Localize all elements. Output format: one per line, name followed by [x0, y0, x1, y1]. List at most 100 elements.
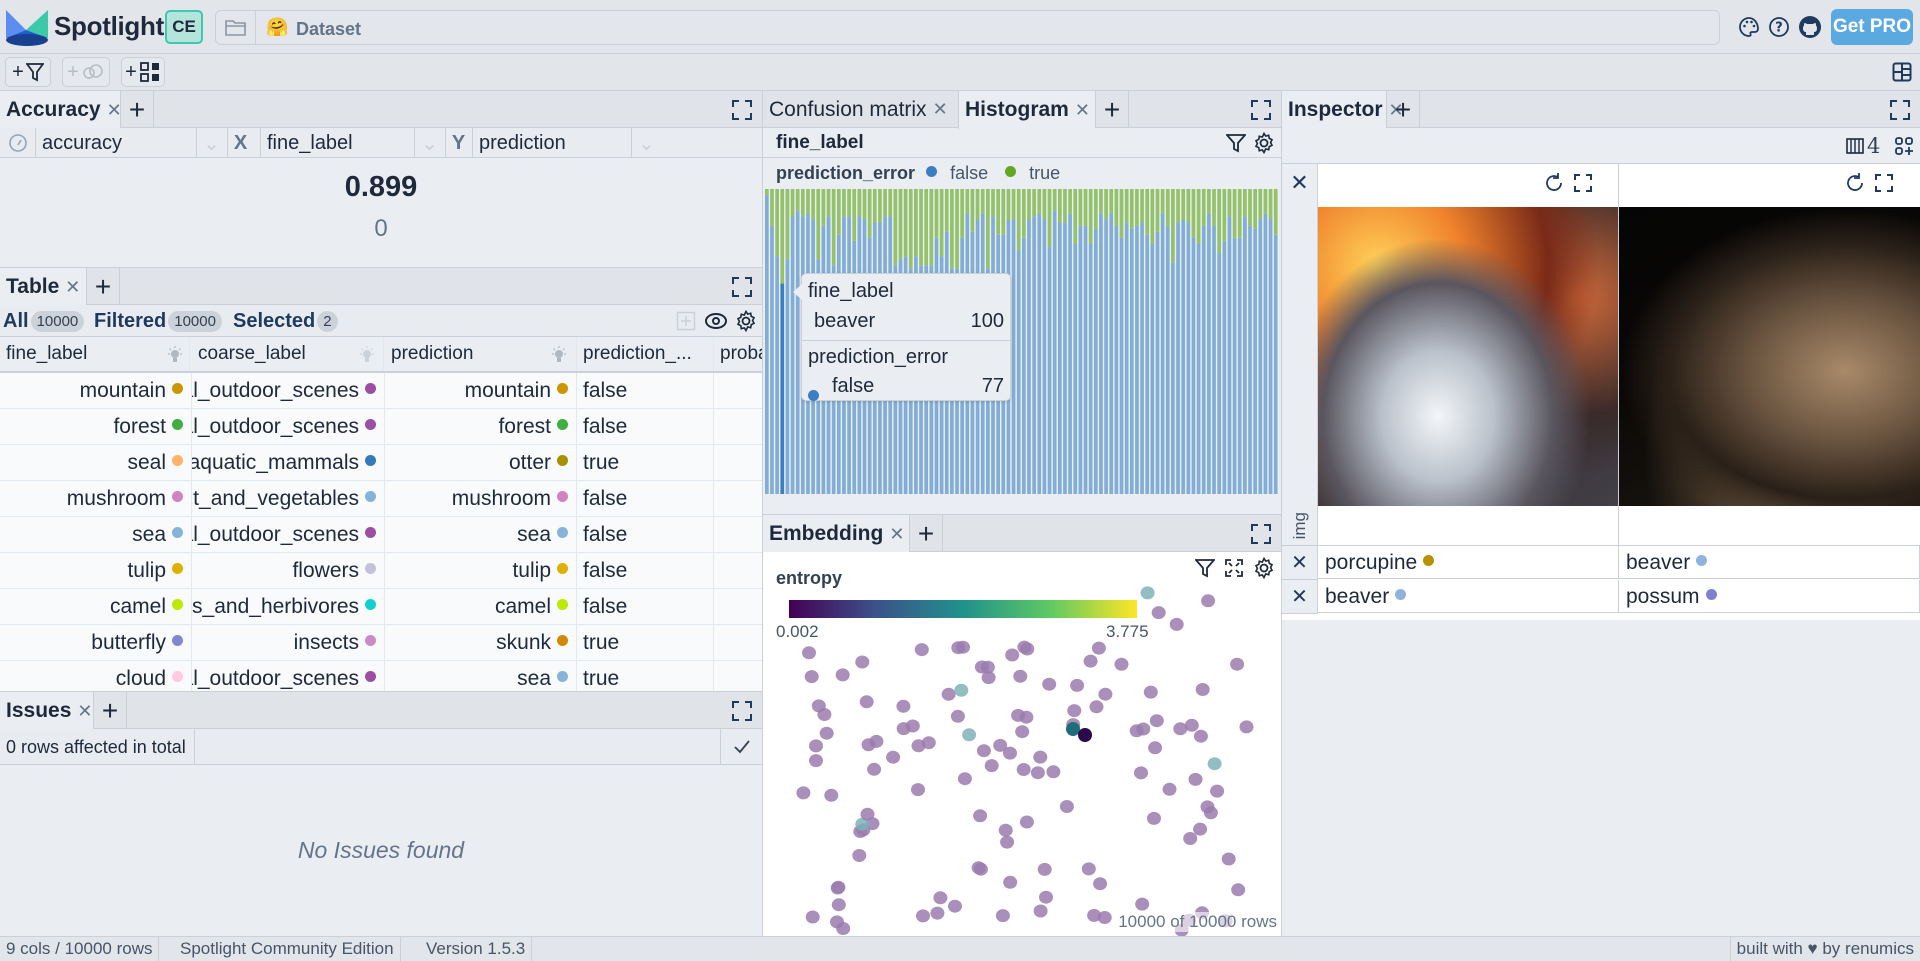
bar-true-4[interactable] — [785, 189, 790, 260]
bar-true-55[interactable] — [1047, 189, 1052, 247]
eye-icon[interactable] — [704, 311, 728, 331]
table-cell[interactable]: sea — [0, 517, 192, 553]
bar-false-64[interactable] — [1093, 228, 1098, 494]
sample-image-beaver[interactable] — [1619, 207, 1920, 506]
embedding-point[interactable] — [1037, 862, 1052, 876]
maximize-icon[interactable] — [1250, 99, 1272, 121]
bar-false-98[interactable] — [1268, 219, 1273, 495]
bar-false-62[interactable] — [1083, 225, 1088, 494]
embedding-point[interactable] — [1231, 883, 1246, 897]
tab-accuracy[interactable]: Accuracy ✕ — [0, 91, 122, 129]
embedding-point[interactable] — [1042, 677, 1057, 691]
table-cell[interactable]: sea — [385, 517, 577, 553]
bar-true-48[interactable] — [1011, 189, 1016, 220]
bar-true-17[interactable] — [852, 189, 857, 241]
rotate-icon[interactable] — [1844, 172, 1866, 194]
embedding-point[interactable] — [1005, 648, 1020, 662]
get-pro-button[interactable]: Get PRO — [1831, 9, 1913, 45]
fit-view-icon[interactable] — [1224, 558, 1244, 578]
bar-true-87[interactable] — [1212, 189, 1216, 226]
add-tab-button[interactable]: + — [1095, 91, 1129, 128]
embedding-point[interactable] — [1017, 640, 1032, 654]
remove-view-icon[interactable]: ✕ — [1291, 550, 1308, 575]
bar-true-60[interactable] — [1073, 189, 1078, 244]
embedding-point[interactable] — [914, 643, 929, 657]
embedding-point[interactable] — [1083, 654, 1098, 668]
bar-false-73[interactable] — [1140, 222, 1144, 494]
help-button[interactable]: ? — [1766, 14, 1792, 40]
bar-true-29[interactable] — [914, 189, 918, 257]
table-cell[interactable] — [714, 373, 762, 409]
embedding-point[interactable] — [1203, 806, 1218, 820]
table-cell[interactable]: false — [577, 373, 714, 409]
embedding-point[interactable] — [1230, 657, 1245, 671]
embedding-point[interactable] — [811, 699, 826, 713]
bar-false-70[interactable] — [1124, 222, 1129, 494]
theme-button[interactable] — [1736, 14, 1762, 40]
bar-true-68[interactable] — [1114, 189, 1119, 226]
embedding-point[interactable] — [1151, 606, 1166, 620]
maximize-icon[interactable] — [731, 99, 753, 121]
embedding-point[interactable] — [1143, 685, 1158, 699]
embedding-point[interactable] — [954, 683, 969, 697]
bar-true-50[interactable] — [1022, 189, 1026, 238]
embedding-point[interactable] — [824, 788, 839, 802]
bar-false-5[interactable] — [790, 216, 795, 494]
bar-true-77[interactable] — [1160, 189, 1165, 214]
embedding-point[interactable] — [831, 898, 846, 912]
table-row[interactable]: camel es_and_herbivores camel false — [0, 589, 762, 625]
embedding-point[interactable] — [867, 762, 882, 776]
filter-filtered[interactable]: Filtered 10000 — [94, 308, 222, 334]
bar-false-67[interactable] — [1109, 213, 1114, 494]
bar-true-14[interactable] — [836, 189, 841, 235]
bar-true-3[interactable] — [780, 189, 785, 284]
bar-true-61[interactable] — [1078, 189, 1083, 226]
bar-true-94[interactable] — [1248, 189, 1252, 226]
embedding-point[interactable] — [804, 670, 819, 684]
bar-true-79[interactable] — [1171, 189, 1175, 263]
bar-false-80[interactable] — [1176, 222, 1180, 494]
lightbulb-icon[interactable] — [550, 346, 568, 364]
bar-true-88[interactable] — [1217, 189, 1222, 254]
bar-true-95[interactable] — [1253, 189, 1257, 229]
embedding-point[interactable] — [1019, 710, 1034, 724]
bar-false-88[interactable] — [1217, 253, 1222, 494]
bar-true-86[interactable] — [1207, 189, 1211, 214]
table-cell[interactable]: mountain — [0, 373, 192, 409]
embedding-point[interactable] — [809, 739, 823, 753]
table-cell[interactable] — [714, 553, 762, 589]
bar-false-4[interactable] — [785, 259, 790, 494]
embedding-point[interactable] — [1195, 683, 1210, 696]
bar-false-92[interactable] — [1237, 237, 1242, 494]
bar-true-5[interactable] — [790, 189, 795, 217]
embedding-point[interactable] — [835, 668, 850, 682]
embedding-point[interactable] — [1114, 657, 1129, 671]
bar-true-2[interactable] — [775, 189, 779, 257]
filter-selected[interactable]: Selected 2 — [233, 308, 338, 334]
bar-false-89[interactable] — [1222, 240, 1227, 494]
bar-true-32[interactable] — [929, 189, 934, 266]
filter-icon[interactable] — [1195, 558, 1215, 578]
fullscreen-icon[interactable] — [1874, 173, 1894, 193]
bar-true-22[interactable] — [878, 189, 882, 223]
legend-label-true[interactable]: true — [1029, 163, 1060, 183]
bar-false-97[interactable] — [1263, 213, 1268, 494]
bar-true-66[interactable] — [1104, 189, 1108, 220]
tab-embedding[interactable]: Embedding ✕ — [763, 515, 909, 553]
table-cell[interactable]: flowers — [192, 553, 385, 589]
bar-true-11[interactable] — [821, 189, 826, 226]
table-cell[interactable]: camel — [0, 589, 192, 625]
embedding-point[interactable] — [948, 899, 962, 913]
table-cell[interactable]: es_and_herbivores — [192, 589, 385, 625]
embedding-point[interactable] — [1148, 741, 1163, 755]
embedding-point[interactable] — [796, 786, 811, 800]
bar-false-91[interactable] — [1232, 237, 1237, 494]
table-cell[interactable]: sea — [385, 661, 577, 691]
bar-true-82[interactable] — [1186, 189, 1191, 223]
table-row[interactable]: mountain al_outdoor_scenes mountain false — [0, 373, 762, 409]
lightbulb-icon[interactable] — [166, 346, 184, 364]
embedding-point[interactable] — [1089, 700, 1104, 714]
bar-false-55[interactable] — [1047, 246, 1052, 494]
gear-icon[interactable] — [1253, 557, 1275, 579]
bar-true-41[interactable] — [975, 189, 980, 220]
